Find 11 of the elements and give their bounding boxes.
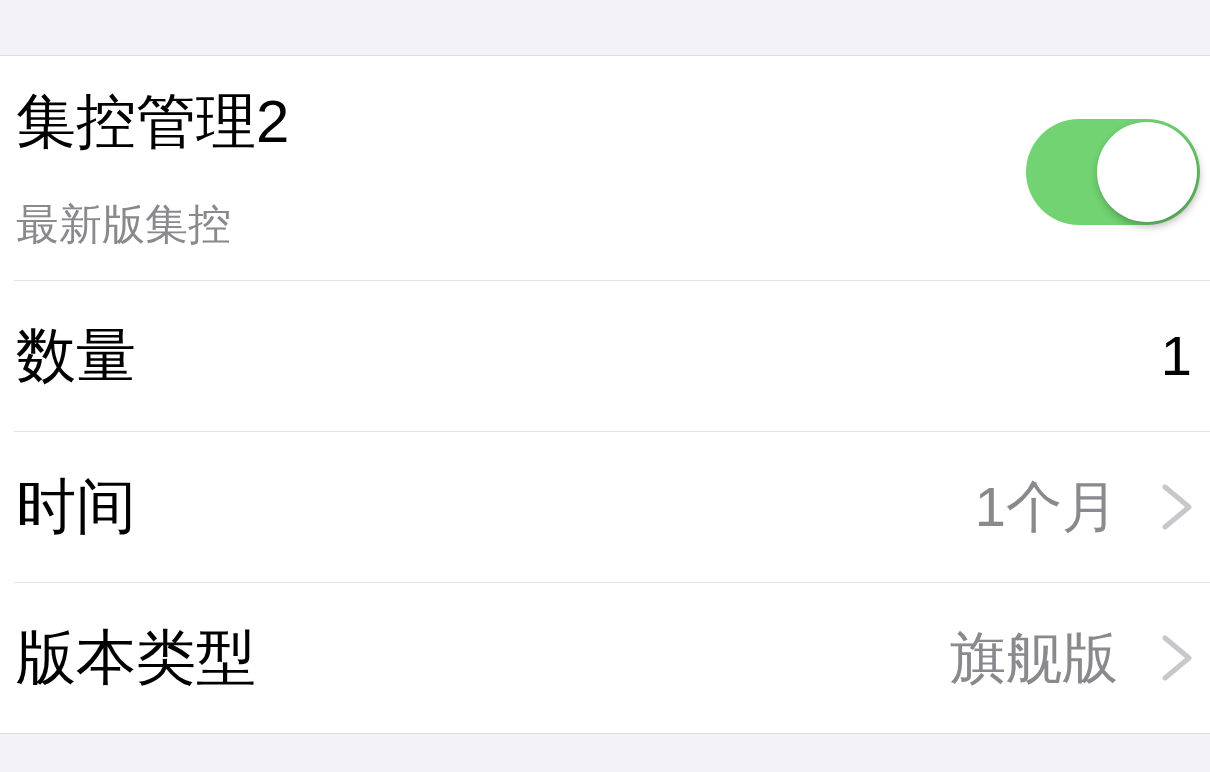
row-subtitle: 最新版集控	[16, 199, 232, 249]
row-title: 集控管理2	[16, 87, 290, 157]
chevron-right-icon	[1162, 484, 1192, 530]
row-title: 版本类型	[16, 623, 256, 693]
row-value: 1	[1160, 323, 1192, 389]
row-value: 1个月	[974, 474, 1118, 540]
chevron-right-icon	[1162, 635, 1192, 681]
row-value: 旗舰版	[950, 625, 1118, 691]
toggle-switch[interactable]	[1026, 119, 1200, 225]
row-title: 时间	[16, 472, 136, 542]
row-title: 数量	[16, 321, 136, 391]
